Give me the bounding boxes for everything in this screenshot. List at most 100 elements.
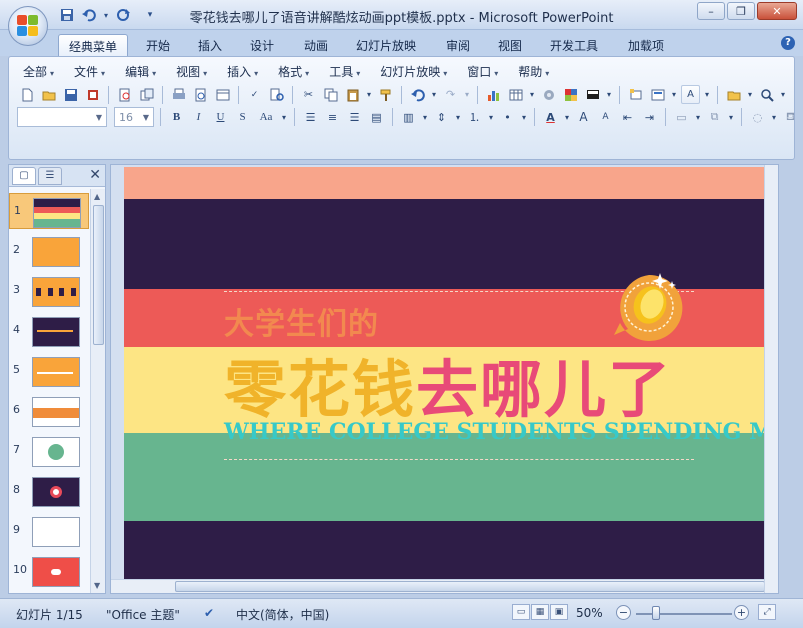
grow-font-icon[interactable]: A xyxy=(574,108,593,127)
slide-thumbnail[interactable]: 2 xyxy=(9,233,89,269)
ribbon-tab[interactable]: 视图 xyxy=(488,34,532,56)
quick-styles-icon[interactable]: ◌ xyxy=(748,108,767,127)
italic-button[interactable]: I xyxy=(189,108,208,127)
menu-item[interactable]: 插入 ▾ xyxy=(217,63,268,80)
slide-layout-icon[interactable] xyxy=(648,85,667,104)
close-button[interactable]: ✕ xyxy=(757,2,797,20)
bold-button[interactable]: B xyxy=(167,108,186,127)
align-left-icon[interactable]: ☰ xyxy=(301,108,320,127)
justify-icon[interactable]: ▤ xyxy=(367,108,386,127)
arrange-dropdown-icon[interactable]: ▾ xyxy=(727,108,735,127)
change-case-button[interactable]: Aa xyxy=(255,108,277,127)
research-icon[interactable] xyxy=(267,85,286,104)
decrease-indent-icon[interactable]: ⇤ xyxy=(618,108,637,127)
table-icon[interactable] xyxy=(506,85,525,104)
office-button[interactable] xyxy=(8,6,48,46)
shape-fill-icon[interactable]: ⛾ xyxy=(781,108,800,127)
text-direction-icon[interactable]: ⇕ xyxy=(432,108,451,127)
slide-thumbnail[interactable]: 5 xyxy=(9,353,89,389)
font-name-combobox[interactable]: ▼ xyxy=(17,107,107,127)
ribbon-tab[interactable]: 设计 xyxy=(240,34,284,56)
textbox-dropdown-icon[interactable]: ▾ xyxy=(703,85,711,104)
align-center-icon[interactable]: ≡ xyxy=(323,108,342,127)
new-file-icon[interactable] xyxy=(17,85,36,104)
menu-item[interactable]: 格式 ▾ xyxy=(268,63,319,80)
menu-item[interactable]: 编辑 ▾ xyxy=(115,63,166,80)
zoom-level[interactable]: 50% xyxy=(576,606,603,620)
slide-thumbnail[interactable]: 6 xyxy=(9,393,89,429)
ribbon-tab[interactable]: 动画 xyxy=(294,34,338,56)
zoom-in-button[interactable]: + xyxy=(734,605,749,620)
slide-thumbnail[interactable]: 4 xyxy=(9,313,89,349)
language-indicator[interactable]: 中文(简体，中国) xyxy=(236,606,329,623)
menu-item[interactable]: 文件 ▾ xyxy=(64,63,115,80)
normal-view-button[interactable]: ▭ xyxy=(512,604,530,620)
help-icon[interactable]: ? xyxy=(781,36,795,50)
print-preview-icon[interactable] xyxy=(115,85,134,104)
ribbon-tab[interactable]: 开始 xyxy=(136,34,180,56)
restore-button[interactable]: ❐ xyxy=(727,2,755,20)
spell-check-icon[interactable]: ✔ xyxy=(204,606,214,620)
ribbon-tab[interactable]: 审阅 xyxy=(436,34,480,56)
ribbon-tab[interactable]: 开发工具 xyxy=(540,34,608,56)
open-folder2-icon[interactable] xyxy=(724,85,743,104)
slide-thumbnail[interactable]: 9 xyxy=(9,513,89,549)
horizontal-scrollbar[interactable] xyxy=(111,579,766,593)
save-icon[interactable] xyxy=(61,85,80,104)
font-size-combobox[interactable]: 16 ▼ xyxy=(114,107,154,127)
font-color-dropdown-icon[interactable]: ▾ xyxy=(563,108,571,127)
print-icon[interactable] xyxy=(169,85,188,104)
ribbon-tab[interactable]: 幻灯片放映 xyxy=(346,34,426,56)
redo-dropdown-icon[interactable]: ▾ xyxy=(463,85,471,104)
zoom-slider-handle[interactable] xyxy=(652,606,660,620)
columns-dropdown-icon[interactable]: ▾ xyxy=(421,108,429,127)
menu-item[interactable]: 窗口 ▾ xyxy=(457,63,508,80)
shapes-dropdown-icon[interactable]: ▾ xyxy=(694,108,702,127)
numbering-icon[interactable]: ⒈ xyxy=(465,108,484,127)
slide-thumbnail[interactable]: 10 xyxy=(9,553,89,589)
spelling-icon[interactable]: ✓ xyxy=(245,85,264,104)
zoom-out-button[interactable]: − xyxy=(616,605,631,620)
chart-icon[interactable] xyxy=(484,85,503,104)
paste-dropdown-icon[interactable]: ▾ xyxy=(365,85,373,104)
bullets-icon[interactable]: • xyxy=(498,108,517,127)
clipart-icon[interactable] xyxy=(539,85,558,104)
menu-item[interactable]: 幻灯片放映 ▾ xyxy=(370,63,457,80)
menu-item[interactable]: 全部 ▾ xyxy=(13,63,64,80)
bullets-dropdown-icon[interactable]: ▾ xyxy=(520,108,528,127)
table-dropdown-icon[interactable]: ▾ xyxy=(528,85,536,104)
horizontal-scroll-thumb[interactable] xyxy=(175,581,765,592)
vertical-scrollbar[interactable] xyxy=(764,165,778,593)
slide-thumbnail[interactable]: 3 xyxy=(9,273,89,309)
new-slide-icon[interactable] xyxy=(626,85,645,104)
menu-item[interactable]: 帮助 ▾ xyxy=(508,63,559,80)
slide-view-dropdown-icon[interactable]: ▾ xyxy=(605,85,613,104)
open-folder-icon[interactable] xyxy=(39,85,58,104)
slide-thumbnail[interactable]: 7 xyxy=(9,433,89,469)
folder-dropdown-icon[interactable]: ▾ xyxy=(746,85,754,104)
preview-icon[interactable] xyxy=(191,85,210,104)
strikethrough-button[interactable]: S xyxy=(233,108,252,127)
slide-sorter-button[interactable]: ▦ xyxy=(531,604,549,620)
redo-icon[interactable]: ↷ xyxy=(441,85,460,104)
layout-dropdown-icon[interactable]: ▾ xyxy=(670,85,678,104)
columns-icon[interactable]: ▥ xyxy=(399,108,418,127)
fit-to-window-button[interactable]: ⤢ xyxy=(758,604,776,620)
menu-item[interactable]: 视图 ▾ xyxy=(166,63,217,80)
close-pane-icon[interactable]: ✕ xyxy=(89,167,101,183)
permission-icon[interactable] xyxy=(83,85,102,104)
export-icon[interactable] xyxy=(137,85,156,104)
ribbon-tab[interactable]: 经典菜单 xyxy=(58,34,129,56)
paste-icon[interactable] xyxy=(343,85,362,104)
slide-thumbnail[interactable]: 1 xyxy=(9,193,89,229)
ribbon-tab[interactable]: 加载项 xyxy=(618,34,674,56)
format-painter-icon[interactable] xyxy=(376,85,395,104)
zoom-slider-track[interactable] xyxy=(636,613,732,615)
find-dropdown-icon[interactable]: ▾ xyxy=(779,85,787,104)
thumbnail-scrollbar[interactable]: ▲ ▼ xyxy=(90,189,105,593)
quick-styles-dropdown-icon[interactable]: ▾ xyxy=(770,108,778,127)
text-direction-dropdown-icon[interactable]: ▾ xyxy=(454,108,462,127)
scroll-down-icon[interactable]: ▼ xyxy=(94,581,100,590)
current-slide[interactable]: 大学生们的 零花钱去哪儿了 WHERE COLLEGE STUDENTS SPE… xyxy=(124,167,764,579)
numbering-dropdown-icon[interactable]: ▾ xyxy=(487,108,495,127)
